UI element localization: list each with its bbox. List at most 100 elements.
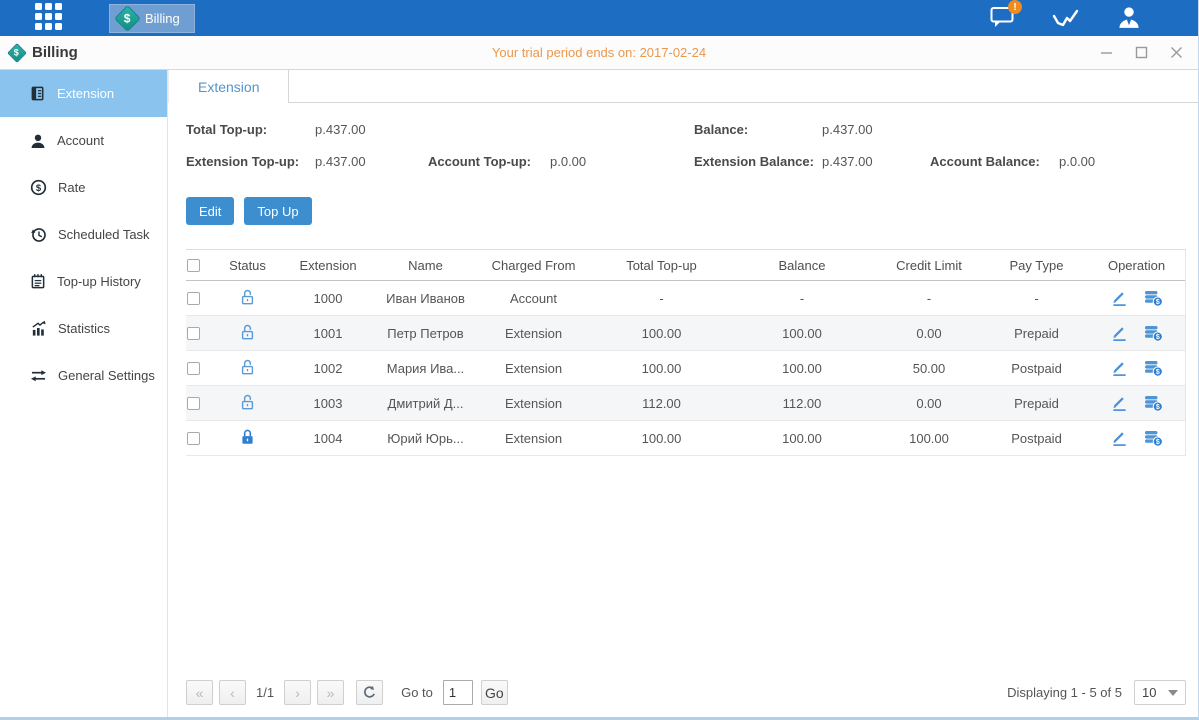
sidebar-item-label: Top-up History [57,274,141,289]
total-topup-cell: 100.00 [591,361,732,376]
select-all-checkbox[interactable] [187,259,200,272]
credit-limit-cell: - [872,291,986,306]
sidebar: Extension Account $ Rate [0,70,168,717]
goto-page-input[interactable] [443,680,473,705]
edit-row-button[interactable] [1111,394,1128,412]
topup-row-button[interactable]: $ [1144,289,1163,307]
close-button[interactable] [1169,46,1184,59]
tab-extension[interactable]: Extension [168,70,289,103]
go-button[interactable]: Go [481,680,508,705]
topup-row-button[interactable]: $ [1144,359,1163,377]
prev-page-button[interactable]: ‹ [219,680,246,705]
sidebar-item-rate[interactable]: $ Rate [0,164,167,211]
edit-row-button[interactable] [1111,359,1128,377]
svg-text:$: $ [36,183,42,194]
status-cell [214,358,281,379]
account-icon [30,133,46,149]
name-cell: Иван Иванов [375,291,476,306]
system-topbar: $ Billing ! [0,0,1198,36]
edit-row-button[interactable] [1111,429,1128,447]
billing-app-tab[interactable]: $ Billing [109,4,195,33]
col-name: Name [375,258,476,273]
sidebar-item-account[interactable]: Account [0,117,167,164]
minimize-button[interactable] [1099,46,1114,59]
first-page-button[interactable]: « [186,680,213,705]
charged-from-cell: Extension [476,361,591,376]
billing-diamond-icon: $ [114,5,141,32]
main-content: Extension Total Top-up: p.437.00 Balance… [168,70,1198,717]
charged-from-cell: Extension [476,431,591,446]
topup-row-button[interactable]: $ [1144,394,1163,412]
topup-coins-icon: $ [1144,394,1163,412]
billing-diamond-icon-small: $ [7,43,27,63]
general-settings-icon [30,368,47,383]
credit-limit-cell: 0.00 [872,326,986,341]
name-cell: Дмитрий Д... [375,396,476,411]
refresh-button[interactable] [356,680,383,705]
sidebar-item-general-settings[interactable]: General Settings [0,352,167,399]
charged-from-cell: Extension [476,326,591,341]
charged-from-cell: Account [476,291,591,306]
sidebar-item-extension[interactable]: Extension [0,70,167,117]
sidebar-item-label: Account [57,133,104,148]
balance-cell: 112.00 [732,396,872,411]
extension-cell: 1003 [281,396,375,411]
scheduled-task-icon [30,226,47,243]
total-topup-cell: 100.00 [591,431,732,446]
sidebar-item-label: Rate [58,180,85,195]
col-extension: Extension [281,258,375,273]
next-page-button[interactable]: › [284,680,311,705]
row-checkbox[interactable] [187,397,200,410]
notification-badge: ! [1008,0,1022,14]
messages-button[interactable]: ! [987,4,1019,32]
status-cell [214,428,281,449]
last-page-button[interactable]: » [317,680,344,705]
row-checkbox[interactable] [187,327,200,340]
billing-app-tab-label: Billing [145,11,180,26]
table-row: 1004 Юрий Юрь... Extension 100.00 100.00… [186,421,1185,456]
sidebar-item-label: Scheduled Task [58,227,150,242]
col-status: Status [214,258,281,273]
statistics-shortcut-button[interactable] [1050,4,1082,32]
sidebar-item-scheduled-task[interactable]: Scheduled Task [0,211,167,258]
extension-table: Status Extension Name Charged From Total… [186,249,1186,456]
row-checkbox[interactable] [187,432,200,445]
unlocked-icon [239,393,256,414]
row-checkbox[interactable] [187,362,200,375]
top-up-button[interactable]: Top Up [244,197,311,225]
edit-pencil-icon [1111,430,1128,447]
unlocked-icon [239,288,256,309]
displaying-text: Displaying 1 - 5 of 5 [1007,685,1122,700]
sidebar-item-topup-history[interactable]: Top-up History [0,258,167,305]
billing-app-window: $ Billing ! [0,0,1199,720]
edit-row-button[interactable] [1111,324,1128,342]
status-cell [214,393,281,414]
window-titlebar: $ Billing Your trial period ends on: 201… [0,36,1198,70]
extension-balance-value: p.437.00 [822,154,930,169]
table-body: 1000 Иван Иванов Account - - - - $ [186,281,1185,456]
summary-panel: Total Top-up: p.437.00 Balance: p.437.00… [186,120,1185,171]
extension-balance-label: Extension Balance: [694,154,822,169]
maximize-icon [1135,46,1148,59]
total-topup-cell: 100.00 [591,326,732,341]
edit-row-button[interactable] [1111,289,1128,307]
credit-limit-cell: 0.00 [872,396,986,411]
balance-cell: 100.00 [732,326,872,341]
table-row: 1002 Мария Ива... Extension 100.00 100.0… [186,351,1185,386]
edit-button[interactable]: Edit [186,197,234,225]
row-checkbox[interactable] [187,292,200,305]
maximize-button[interactable] [1134,46,1149,59]
app-grid-icon[interactable] [35,3,65,33]
svg-text:$: $ [1155,334,1159,341]
sidebar-item-statistics[interactable]: Statistics [0,305,167,352]
user-account-button[interactable] [1113,4,1145,32]
edit-pencil-icon [1111,360,1128,377]
topup-row-button[interactable]: $ [1144,429,1163,447]
account-topup-label: Account Top-up: [428,154,550,169]
chevron-down-icon [1168,690,1178,696]
topup-row-button[interactable]: $ [1144,324,1163,342]
extension-topup-value: p.437.00 [315,154,428,169]
page-size-select[interactable]: 10 [1134,680,1186,705]
col-operation: Operation [1087,258,1186,273]
account-balance-label: Account Balance: [930,154,1059,169]
